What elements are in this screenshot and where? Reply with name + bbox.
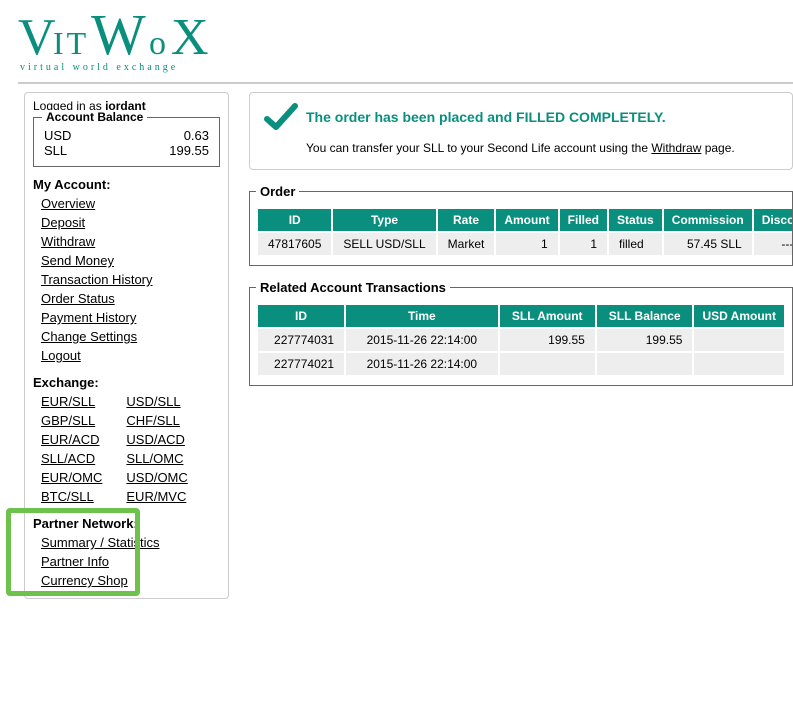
account-links: Overview Deposit Withdraw Send Money Tra… — [33, 194, 220, 365]
th-id: ID — [257, 304, 345, 328]
check-icon — [264, 103, 298, 131]
link-withdraw[interactable]: Withdraw — [41, 234, 95, 249]
link-eur-omc[interactable]: EUR/OMC — [41, 468, 102, 487]
th-discount: Discount — [753, 208, 793, 232]
section-exchange: Exchange: — [33, 375, 220, 390]
link-overview[interactable]: Overview — [41, 196, 95, 211]
cell-id: 47817605 — [257, 232, 332, 256]
transactions-legend: Related Account Transactions — [256, 280, 450, 295]
balance-currency: USD — [44, 128, 71, 143]
th-usd-amount: USD Amount — [693, 304, 785, 328]
link-currency-shop[interactable]: Currency Shop — [41, 573, 128, 588]
cell-usd-amount — [693, 352, 785, 376]
link-deposit[interactable]: Deposit — [41, 215, 85, 230]
cell-sll-balance: 199.55 — [596, 328, 694, 352]
balance-row-usd: USD 0.63 — [44, 128, 209, 143]
sidebar-panel: Logged in as jordant Account Balance USD… — [24, 92, 229, 599]
order-legend: Order — [256, 184, 299, 199]
cell-type: SELL USD/SLL — [332, 232, 436, 256]
link-eur-sll[interactable]: EUR/SLL — [41, 392, 95, 411]
cell-sll-amount: 199.55 — [499, 328, 596, 352]
link-usd-acd[interactable]: USD/ACD — [126, 430, 185, 449]
link-summary-statistics[interactable]: Summary / Statistics — [41, 535, 159, 550]
svg-text:IT: IT — [53, 25, 89, 61]
balance-legend: Account Balance — [42, 110, 147, 124]
th-time: Time — [345, 304, 498, 328]
link-logout[interactable]: Logout — [41, 348, 81, 363]
cell-sll-balance — [596, 352, 694, 376]
link-gbp-sll[interactable]: GBP/SLL — [41, 411, 95, 430]
th-filled: Filled — [559, 208, 608, 232]
cell-id: 227774021 — [257, 352, 345, 376]
link-sll-omc[interactable]: SLL/OMC — [126, 449, 183, 468]
success-message: The order has been placed and FILLED COM… — [306, 109, 666, 125]
table-header-row: ID Type Rate Amount Filled Status Commis… — [257, 208, 793, 232]
note-pre: You can transfer your SLL to your Second… — [306, 141, 651, 155]
transactions-table: ID Time SLL Amount SLL Balance USD Amoun… — [256, 303, 786, 377]
svg-text:X: X — [171, 9, 209, 66]
link-eur-acd[interactable]: EUR/ACD — [41, 430, 100, 449]
link-btc-sll[interactable]: BTC/SLL — [41, 487, 94, 506]
link-withdraw-inline[interactable]: Withdraw — [651, 141, 701, 155]
link-partner-info[interactable]: Partner Info — [41, 554, 109, 569]
link-sll-acd[interactable]: SLL/ACD — [41, 449, 95, 468]
link-chf-sll[interactable]: CHF/SLL — [126, 411, 179, 430]
balance-amount: 0.63 — [184, 128, 209, 143]
svg-text:virtual world exchange: virtual world exchange — [20, 62, 178, 73]
th-status: Status — [608, 208, 663, 232]
balance-currency: SLL — [44, 143, 67, 158]
th-id: ID — [257, 208, 332, 232]
svg-text:o: o — [149, 25, 166, 62]
th-rate: Rate — [437, 208, 496, 232]
table-row: 227774021 2015-11-26 22:14:00 — [257, 352, 785, 376]
cell-usd-amount — [693, 328, 785, 352]
svg-text:W: W — [91, 8, 146, 67]
exchange-links: EUR/SLL GBP/SLL EUR/ACD SLL/ACD EUR/OMC … — [33, 392, 220, 506]
cell-status: filled — [608, 232, 663, 256]
link-usd-sll[interactable]: USD/SLL — [126, 392, 180, 411]
cell-rate: Market — [437, 232, 496, 256]
main-content: The order has been placed and FILLED COM… — [249, 92, 793, 599]
logo: V IT W o X virtual world exchange — [0, 0, 793, 78]
success-note: You can transfer your SLL to your Second… — [306, 141, 778, 155]
table-row: 47817605 SELL USD/SLL Market 1 1 filled … — [257, 232, 793, 256]
success-box: The order has been placed and FILLED COM… — [249, 92, 793, 170]
th-commission: Commission — [663, 208, 753, 232]
cell-sll-amount — [499, 352, 596, 376]
cell-discount: --- — [753, 232, 793, 256]
sidebar: Logged in as jordant Account Balance USD… — [24, 92, 229, 599]
balance-amount: 199.55 — [169, 143, 209, 158]
cell-filled: 1 — [559, 232, 608, 256]
th-type: Type — [332, 208, 436, 232]
table-row: 227774031 2015-11-26 22:14:00 199.55 199… — [257, 328, 785, 352]
cell-time: 2015-11-26 22:14:00 — [345, 328, 498, 352]
link-eur-mvc[interactable]: EUR/MVC — [126, 487, 186, 506]
link-send-money[interactable]: Send Money — [41, 253, 114, 268]
partner-links: Summary / Statistics Partner Info Curren… — [33, 533, 220, 590]
link-transaction-history[interactable]: Transaction History — [41, 272, 153, 287]
section-partner-network: Partner Network: — [33, 516, 220, 531]
table-header-row: ID Time SLL Amount SLL Balance USD Amoun… — [257, 304, 785, 328]
link-payment-history[interactable]: Payment History — [41, 310, 136, 325]
svg-text:V: V — [18, 9, 55, 66]
note-post: page. — [701, 141, 734, 155]
cell-amount: 1 — [495, 232, 558, 256]
link-order-status[interactable]: Order Status — [41, 291, 115, 306]
th-sll-balance: SLL Balance — [596, 304, 694, 328]
link-usd-omc[interactable]: USD/OMC — [126, 468, 187, 487]
link-change-settings[interactable]: Change Settings — [41, 329, 137, 344]
order-fieldset: Order ID Type Rate Amount Filled Status … — [249, 184, 793, 266]
th-amount: Amount — [495, 208, 558, 232]
transactions-fieldset: Related Account Transactions ID Time SLL… — [249, 280, 793, 386]
th-sll-amount: SLL Amount — [499, 304, 596, 328]
app-window: V IT W o X virtual world exchange Logged… — [0, 0, 793, 710]
cell-id: 227774031 — [257, 328, 345, 352]
section-my-account: My Account: — [33, 177, 220, 192]
account-balance-box: Account Balance USD 0.63 SLL 199.55 — [33, 117, 220, 167]
balance-row-sll: SLL 199.55 — [44, 143, 209, 158]
cell-commission: 57.45 SLL — [663, 232, 753, 256]
cell-time: 2015-11-26 22:14:00 — [345, 352, 498, 376]
order-table: ID Type Rate Amount Filled Status Commis… — [256, 207, 793, 257]
